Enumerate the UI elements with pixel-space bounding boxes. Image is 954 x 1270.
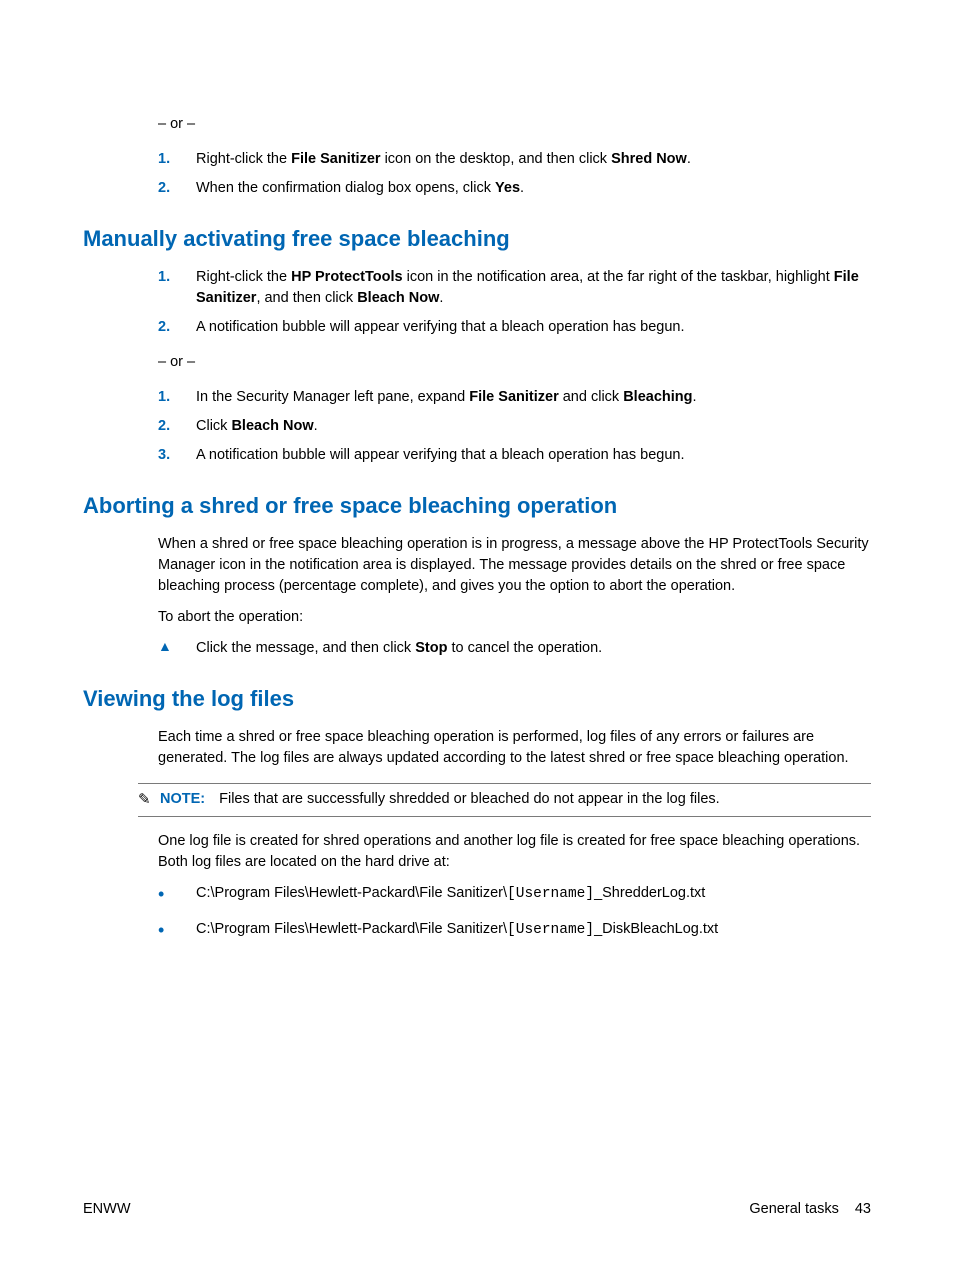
sec1-body: 1. Right-click the HP ProtectTools icon … (158, 267, 871, 466)
or-text: – or – (158, 352, 871, 373)
bullet-text: C:\Program Files\Hewlett-Packard\File Sa… (196, 883, 871, 905)
list-text: When the confirmation dialog box opens, … (196, 178, 871, 199)
list-item: 1. Right-click the File Sanitizer icon o… (158, 149, 871, 170)
list-text: In the Security Manager left pane, expan… (196, 387, 871, 408)
triangle-icon: ▲ (158, 638, 196, 659)
list-text: Click Bleach Now. (196, 416, 871, 437)
list-number: 2. (158, 416, 196, 437)
list-item: 3. A notification bubble will appear ver… (158, 445, 871, 466)
list-item: 2. Click Bleach Now. (158, 416, 871, 437)
list-number: 1. (158, 149, 196, 170)
bullet-item: • C:\Program Files\Hewlett-Packard\File … (158, 883, 871, 905)
list-text: Right-click the File Sanitizer icon on t… (196, 149, 871, 170)
list-number: 2. (158, 317, 196, 338)
footer-left: ENWW (83, 1199, 131, 1220)
bullet-text: C:\Program Files\Hewlett-Packard\File Sa… (196, 919, 871, 941)
list-item: 2. A notification bubble will appear ver… (158, 317, 871, 338)
list-number: 1. (158, 387, 196, 408)
list-item: 1. Right-click the HP ProtectTools icon … (158, 267, 871, 309)
sec3-body: Each time a shred or free space bleachin… (158, 727, 871, 769)
sec0-listA: 1. Right-click the File Sanitizer icon o… (158, 149, 871, 199)
paragraph: Each time a shred or free space bleachin… (158, 727, 871, 769)
note-icon: ✎ (138, 789, 160, 811)
bullet-icon: • (158, 919, 196, 941)
note-block: ✎ NOTE: Files that are successfully shred… (138, 783, 871, 817)
intro-block: – or – 1. Right-click the File Sanitizer… (158, 114, 871, 199)
list-item: 2. When the confirmation dialog box open… (158, 178, 871, 199)
bullet-item: • C:\Program Files\Hewlett-Packard\File … (158, 919, 871, 941)
note-text: Files that are successfully shredded or … (219, 791, 720, 807)
triangle-item: ▲ Click the message, and then click Stop… (158, 638, 871, 659)
paragraph: To abort the operation: (158, 607, 871, 628)
heading-aborting: Aborting a shred or free space bleaching… (83, 490, 871, 522)
bullet-icon: • (158, 883, 196, 905)
sec1-listA: 1. Right-click the HP ProtectTools icon … (158, 267, 871, 338)
list-number: 2. (158, 178, 196, 199)
or-text: – or – (158, 114, 871, 135)
sec3-body2: One log file is created for shred operat… (158, 831, 871, 941)
heading-viewing-log: Viewing the log files (83, 683, 871, 715)
triangle-text: Click the message, and then click Stop t… (196, 638, 871, 659)
note-content: NOTE: Files that are successfully shredde… (160, 789, 720, 810)
list-number: 3. (158, 445, 196, 466)
footer: ENWW General tasks43 (83, 1199, 871, 1220)
paragraph: One log file is created for shred operat… (158, 831, 871, 873)
list-text: A notification bubble will appear verify… (196, 445, 871, 466)
list-text: A notification bubble will appear verify… (196, 317, 871, 338)
list-item: 1. In the Security Manager left pane, ex… (158, 387, 871, 408)
paragraph: When a shred or free space bleaching ope… (158, 534, 871, 597)
heading-manually-activating: Manually activating free space bleaching (83, 223, 871, 255)
list-text: Right-click the HP ProtectTools icon in … (196, 267, 871, 309)
footer-right: General tasks43 (749, 1199, 871, 1220)
sec2-body: When a shred or free space bleaching ope… (158, 534, 871, 659)
note-label: NOTE: (160, 791, 205, 807)
sec1-listB: 1. In the Security Manager left pane, ex… (158, 387, 871, 466)
list-number: 1. (158, 267, 196, 309)
page-number: 43 (855, 1201, 871, 1217)
